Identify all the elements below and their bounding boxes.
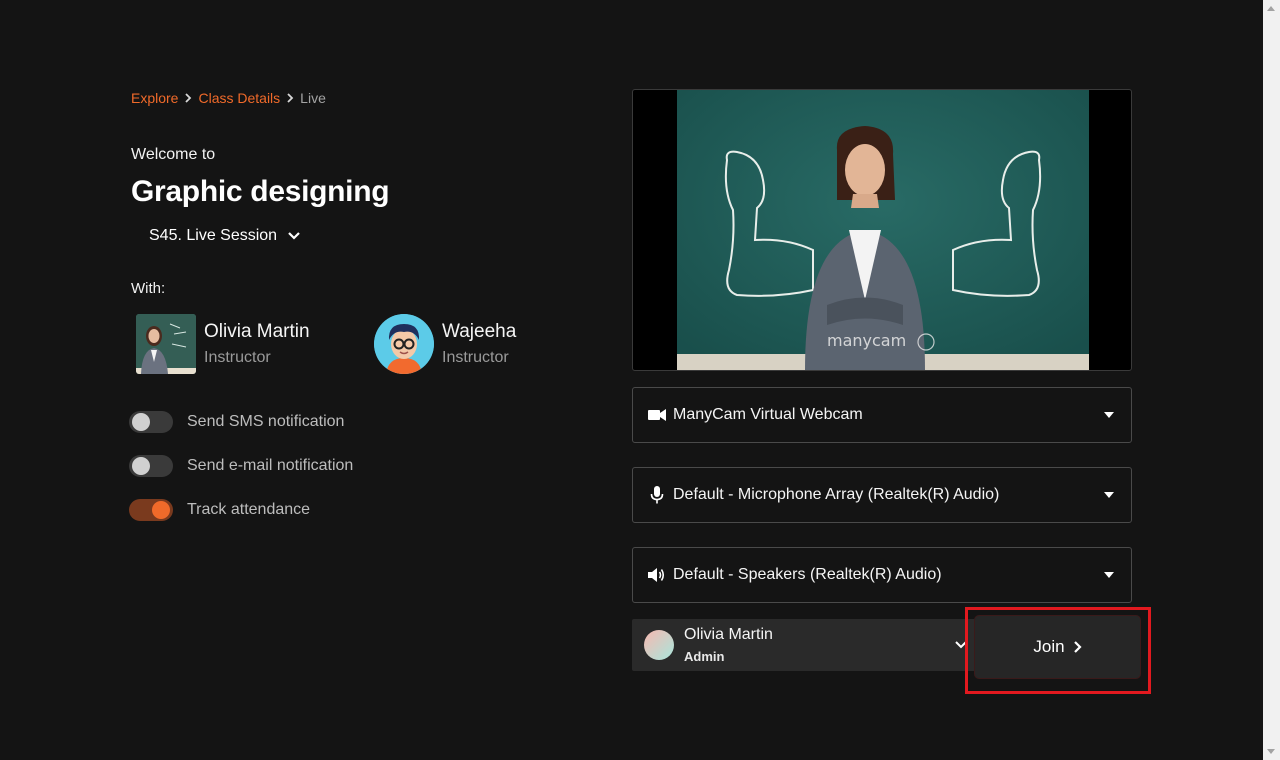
microphone-value: Default - Microphone Array (Realtek(R) A… bbox=[673, 486, 1000, 503]
email-notification-toggle[interactable]: Send e-mail notification bbox=[129, 455, 353, 477]
instructor-card: Wajeeha Instructor bbox=[374, 314, 516, 374]
with-label: With: bbox=[131, 280, 166, 297]
toggle-label: Track attendance bbox=[187, 501, 311, 518]
speaker-icon bbox=[647, 565, 667, 585]
instructor-name: Olivia Martin bbox=[204, 321, 310, 342]
instructor-card: Olivia Martin Instructor bbox=[136, 314, 310, 374]
chevron-right-icon bbox=[184, 93, 192, 103]
scroll-up-arrow-icon[interactable] bbox=[1267, 6, 1275, 11]
speaker-select[interactable]: Default - Speakers (Realtek(R) Audio) bbox=[632, 547, 1132, 603]
chevron-right-icon bbox=[286, 93, 294, 103]
camera-value: ManyCam Virtual Webcam bbox=[673, 406, 863, 423]
chevron-down-icon bbox=[954, 640, 968, 650]
scroll-down-arrow-icon[interactable] bbox=[1267, 749, 1275, 754]
webcam-feed-image: manycam bbox=[677, 90, 1089, 370]
microphone-icon bbox=[647, 485, 667, 505]
video-preview: manycam bbox=[632, 89, 1132, 371]
join-button[interactable]: Join bbox=[975, 616, 1140, 678]
instructor-photo-avatar bbox=[136, 314, 196, 374]
switch-knob bbox=[132, 457, 150, 475]
sms-notification-toggle[interactable]: Send SMS notification bbox=[129, 411, 344, 433]
chevron-right-icon bbox=[1073, 640, 1082, 654]
instructor-name: Wajeeha bbox=[442, 321, 517, 342]
microphone-select[interactable]: Default - Microphone Array (Realtek(R) A… bbox=[632, 467, 1132, 523]
instructor-role: Instructor bbox=[442, 349, 509, 366]
video-watermark: manycam bbox=[827, 331, 906, 350]
switch-knob bbox=[152, 501, 170, 519]
session-dropdown[interactable]: S45. Live Session bbox=[149, 227, 301, 245]
user-role: Admin bbox=[684, 649, 725, 664]
caret-down-icon bbox=[1104, 412, 1114, 418]
camera-select[interactable]: ManyCam Virtual Webcam bbox=[632, 387, 1132, 443]
avatar bbox=[644, 630, 674, 660]
switch-knob bbox=[132, 413, 150, 431]
email-switch[interactable] bbox=[129, 455, 173, 477]
page-title: Graphic designing bbox=[131, 175, 390, 208]
toggle-label: Send e-mail notification bbox=[187, 457, 354, 474]
user-role-select[interactable]: Olivia Martin Admin bbox=[632, 619, 980, 671]
session-label: S45. Live Session bbox=[149, 227, 278, 244]
join-label: Join bbox=[1033, 637, 1065, 656]
scrollbar[interactable] bbox=[1263, 0, 1280, 760]
breadcrumb: Explore Class Details Live bbox=[131, 90, 326, 106]
breadcrumb-live: Live bbox=[300, 90, 326, 106]
track-attendance-toggle[interactable]: Track attendance bbox=[129, 499, 310, 521]
caret-down-icon bbox=[1104, 492, 1114, 498]
welcome-text: Welcome to bbox=[131, 146, 216, 163]
speaker-value: Default - Speakers (Realtek(R) Audio) bbox=[673, 566, 942, 583]
user-name: Olivia Martin bbox=[684, 626, 773, 643]
instructor-role: Instructor bbox=[204, 349, 271, 366]
chevron-down-icon bbox=[287, 231, 301, 241]
video-camera-icon bbox=[647, 405, 667, 425]
breadcrumb-explore[interactable]: Explore bbox=[131, 90, 178, 106]
toggle-label: Send SMS notification bbox=[187, 413, 345, 430]
breadcrumb-class-details[interactable]: Class Details bbox=[198, 90, 280, 106]
caret-down-icon bbox=[1104, 572, 1114, 578]
instructor-cartoon-avatar bbox=[374, 314, 434, 374]
sms-switch[interactable] bbox=[129, 411, 173, 433]
attendance-switch[interactable] bbox=[129, 499, 173, 521]
